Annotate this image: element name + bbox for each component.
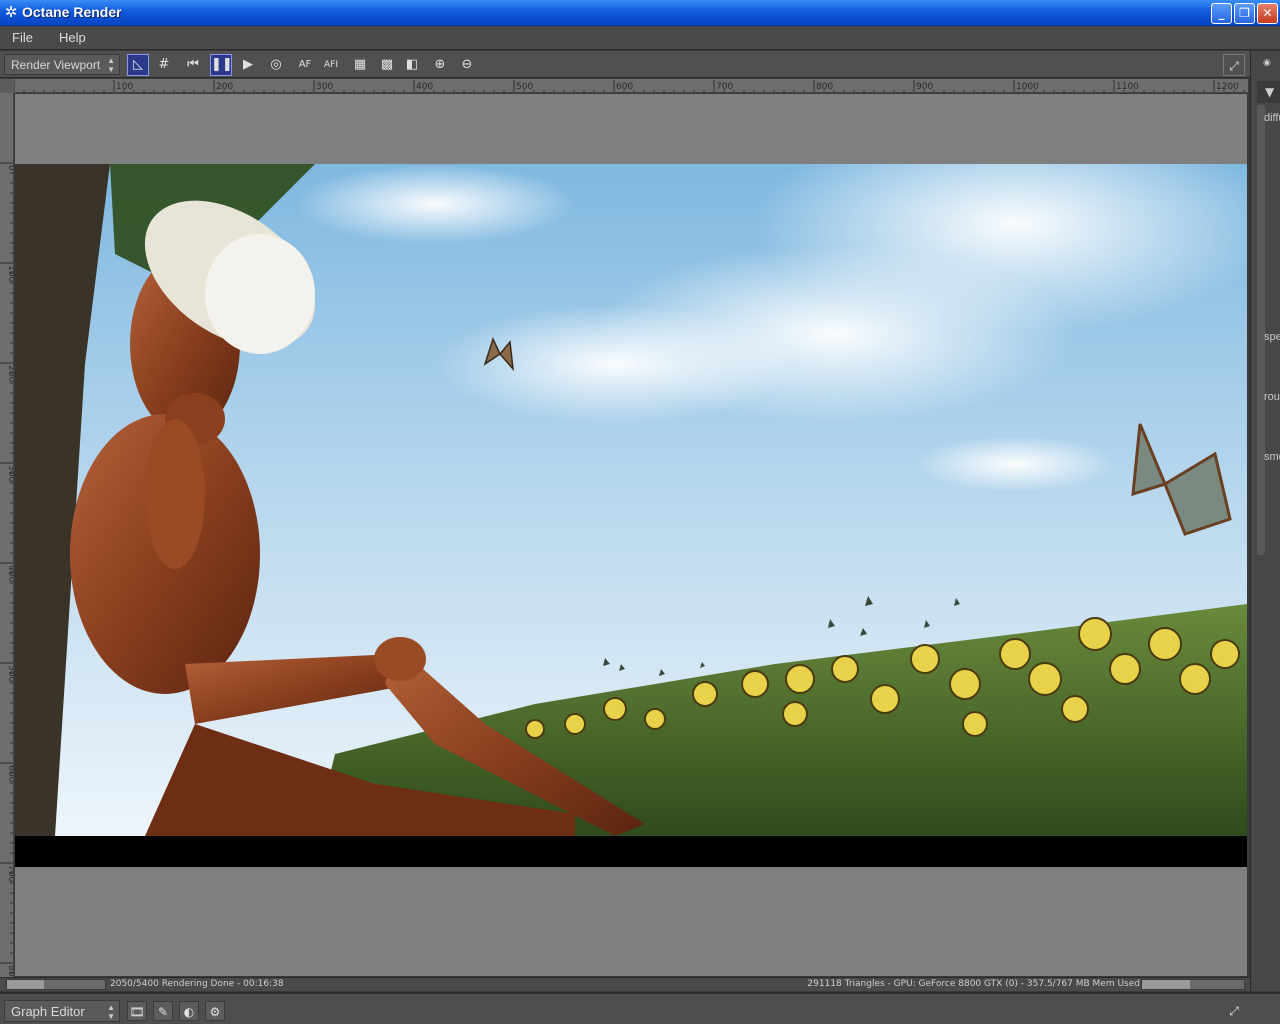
node-inspector-panel: ◉ ▼ diffuse specular roughness smooth	[1250, 51, 1280, 991]
grid-button[interactable]: #	[153, 54, 175, 76]
ruler-h-label: 100	[116, 82, 133, 92]
restart-render-button[interactable]: ⏮	[182, 54, 204, 76]
specular-label: specular	[1264, 331, 1280, 343]
alpha-channel-button[interactable]: ▦	[349, 54, 371, 76]
ruler-h-label: 700	[716, 82, 733, 92]
render-letterbox	[15, 836, 1247, 867]
graph-editor-select-label: Graph Editor	[11, 1004, 85, 1019]
vertical-ruler-ticks: 0 100 200 300 400 500 600 700 800	[0, 162, 14, 977]
ruler-h-label: 500	[516, 82, 533, 92]
ruler-v-label: 100	[6, 265, 14, 282]
window-title: Octane Render	[22, 4, 122, 20]
ruler-v-label: 200	[6, 365, 14, 382]
ruler-v-label: 500	[6, 665, 14, 682]
updown-arrows-icon: ▲ ▼	[107, 1003, 115, 1021]
menu-help[interactable]: Help	[59, 30, 86, 45]
ruler-v-label: 0	[6, 165, 14, 171]
zoom-out-button[interactable]: ⊖	[456, 54, 478, 76]
material-button[interactable]: ✎	[153, 1001, 173, 1021]
rendered-scene	[15, 164, 1247, 836]
roughness-label: roughness	[1264, 391, 1280, 403]
ruler-v-label: 700	[6, 865, 14, 882]
ruler-v-label: 600	[6, 765, 14, 782]
auto-focus-interactive-button[interactable]: AFI	[320, 54, 342, 76]
updown-arrows-icon: ▲ ▼	[107, 56, 115, 74]
horizontal-ruler: 100 200 300 400 500 600 700 800 900 1000 1100 1200	[14, 79, 1248, 93]
ruler-corner	[0, 79, 14, 93]
ruler-v-label: 800	[6, 965, 14, 977]
graph-editor-bar: Graph Editor ▲ ▼ 🎞 ✎ ◐ ⚙ ⤢	[0, 992, 1280, 1024]
load-mesh-button[interactable]: 🎞	[127, 1001, 147, 1021]
ruler-h-label: 1100	[1116, 82, 1139, 92]
render-progress-bar	[6, 979, 106, 990]
render-toolbar: Render Viewport ▲ ▼ ◺ # ⏮ ❚❚ ▶ ◎ AF AFI ▦ ▩ ◧ ⊕ ⊖ ⤢	[0, 51, 1250, 78]
panel-pin-icon[interactable]: ◉	[1263, 58, 1273, 68]
ruler-v-label: 300	[6, 465, 14, 482]
minimize-button[interactable]: _	[1211, 3, 1232, 24]
checker-background-button[interactable]: ▩	[376, 54, 398, 76]
collapse-arrow-icon[interactable]: ▼	[1257, 81, 1280, 103]
ruler-h-label: 200	[216, 82, 233, 92]
status-bar: 2050/5400 Rendering Done - 00:16:38 2911…	[0, 977, 1250, 991]
auto-focus-button[interactable]: AF	[294, 54, 316, 76]
memory-usage-bar	[1141, 979, 1245, 990]
panel-scrollbar[interactable]	[1257, 105, 1265, 555]
maximize-button[interactable]: ❐	[1234, 3, 1255, 24]
vertical-ruler: 0 100 200 300 400 500 600 700 800	[0, 93, 14, 977]
horizontal-ruler-ticks: 100 200 300 400 500 600 700 800 900 1000 1100 1200	[14, 80, 1245, 92]
ruler-h-label: 1200	[1216, 82, 1239, 92]
menu-file[interactable]: File	[12, 30, 33, 45]
render-status-text: 2050/5400 Rendering Done - 00:16:38	[110, 979, 284, 989]
close-button[interactable]: ✕	[1257, 3, 1278, 24]
pick-focus-button[interactable]: ◺	[127, 54, 149, 76]
viewport-select-label: Render Viewport	[11, 58, 101, 72]
play-render-button[interactable]: ▶	[237, 54, 259, 76]
graph-fullscreen-button[interactable]: ⤢	[1223, 1000, 1245, 1022]
title-bar[interactable]: ✲ Octane Render _ ❐ ✕	[0, 0, 1280, 26]
graph-editor-select[interactable]: Graph Editor ▲ ▼	[4, 1000, 120, 1022]
ruler-h-label: 1000	[1016, 82, 1039, 92]
gpu-status-text: 291118 Triangles - GPU: GeForce 8800 GTX…	[807, 979, 1140, 989]
ruler-h-label: 400	[416, 82, 433, 92]
render-image[interactable]	[15, 164, 1247, 836]
ruler-h-label: 600	[616, 82, 633, 92]
pause-render-button[interactable]: ❚❚	[210, 54, 233, 76]
node-settings-button[interactable]: ⚙	[205, 1001, 225, 1021]
ruler-h-label: 300	[316, 82, 333, 92]
ruler-h-label: 800	[816, 82, 833, 92]
octane-logo-icon: ✲	[4, 3, 18, 21]
ruler-v-label: 400	[6, 565, 14, 582]
render-viewport[interactable]	[15, 94, 1247, 976]
texture-button[interactable]: ◐	[179, 1001, 199, 1021]
smooth-label: smooth	[1264, 451, 1280, 463]
viewport-fullscreen-button[interactable]: ⤢	[1223, 54, 1245, 76]
region-render-button[interactable]: ◧	[401, 54, 423, 76]
viewport-select[interactable]: Render Viewport ▲ ▼	[4, 54, 120, 75]
ruler-h-label: 900	[916, 82, 933, 92]
recenter-view-button[interactable]: ◎	[265, 54, 287, 76]
diffuse-label: diffuse	[1264, 112, 1280, 124]
zoom-in-button[interactable]: ⊕	[429, 54, 451, 76]
menu-bar: File Help	[0, 26, 1280, 50]
